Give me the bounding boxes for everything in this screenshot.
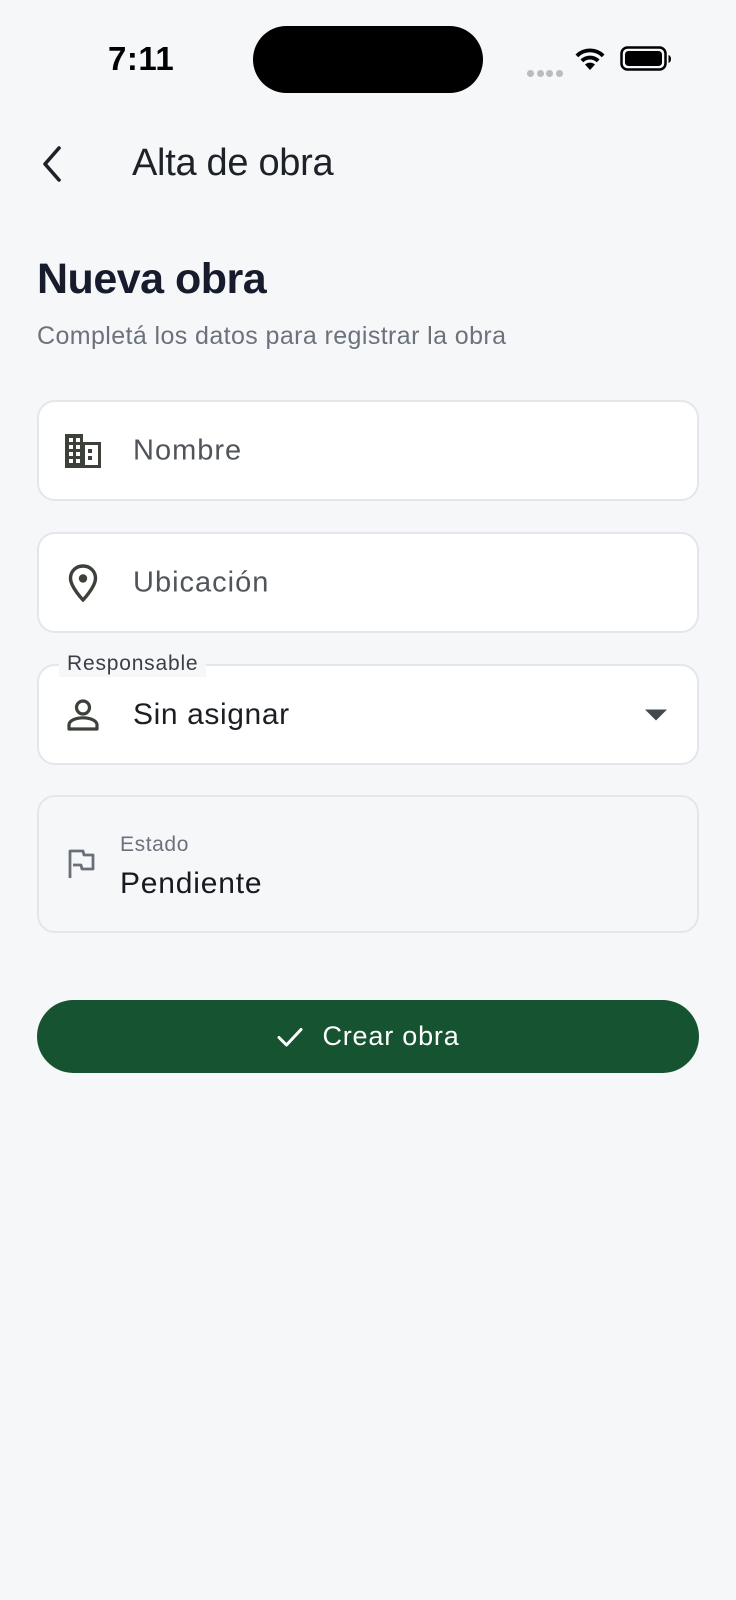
crear-obra-button[interactable]: Crear obra <box>37 1000 699 1073</box>
estado-field: Estado Pendiente <box>37 795 699 933</box>
location-pin-icon <box>63 563 103 603</box>
dropdown-arrow-icon <box>645 709 667 720</box>
page-title: Nueva obra <box>37 255 267 303</box>
chevron-left-icon <box>43 146 61 182</box>
estado-value: Pendiente <box>120 867 263 900</box>
dynamic-island <box>253 26 483 93</box>
status-time: 7:11 <box>108 40 175 77</box>
person-icon <box>63 695 103 735</box>
nombre-field[interactable]: Nombre <box>37 400 699 501</box>
status-bar: 7:11 <box>0 0 736 110</box>
estado-label: Estado <box>120 833 189 856</box>
nombre-placeholder: Nombre <box>133 434 243 466</box>
responsable-select[interactable]: Responsable Sin asignar <box>37 651 699 765</box>
cellular-dots-icon <box>527 64 565 77</box>
wifi-icon <box>574 46 606 77</box>
building-icon <box>63 431 103 471</box>
battery-icon <box>620 46 672 77</box>
check-icon <box>276 1025 304 1049</box>
responsable-value: Sin asignar <box>133 697 290 731</box>
responsable-label: Responsable <box>59 651 207 677</box>
app-bar-title: Alta de obra <box>132 142 334 184</box>
page-subtitle: Completá los datos para registrar la obr… <box>37 322 507 350</box>
flag-icon <box>61 844 101 884</box>
ubicacion-field[interactable]: Ubicación <box>37 532 699 633</box>
crear-obra-label: Crear obra <box>322 1021 460 1051</box>
app-bar: Alta de obra <box>0 130 736 202</box>
screen: 7:11 Alta de obra Nueva obra Completá lo… <box>0 0 736 1600</box>
back-button[interactable] <box>28 136 76 192</box>
ubicacion-placeholder: Ubicación <box>133 566 270 598</box>
